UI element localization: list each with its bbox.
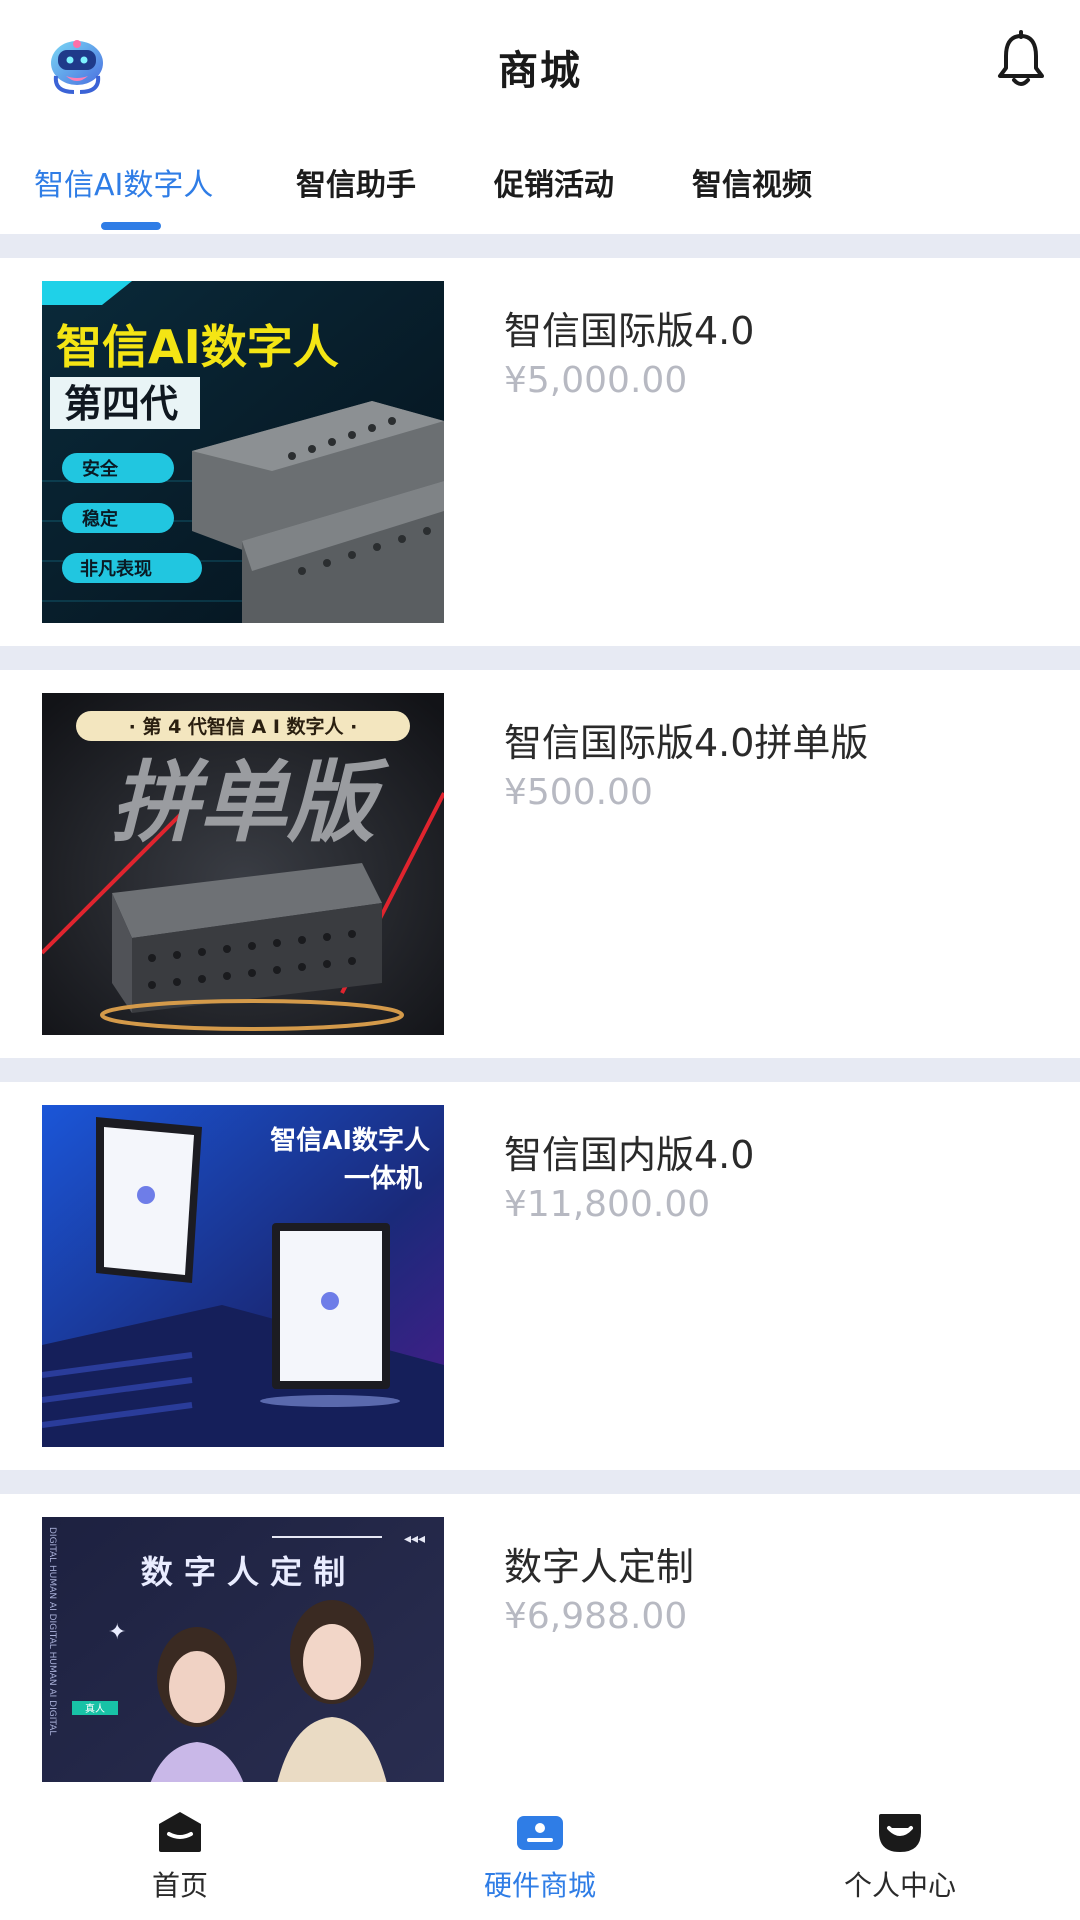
nav-profile[interactable]: 个人中心 (720, 1782, 1080, 1920)
product-card[interactable]: DIGITAL HUMAN AI DIGITAL HUMAN AI DIGITA… (0, 1494, 1080, 1782)
category-tabs: 智信AI数字人 智信助手 促销活动 智信视频 (0, 150, 1080, 232)
bell-icon[interactable] (994, 30, 1048, 90)
product-name[interactable]: 智信国际版4.0 (504, 300, 754, 355)
active-tab-indicator (101, 222, 161, 230)
profile-icon (875, 1810, 925, 1854)
nav-home-label: 首页 (151, 1869, 208, 1902)
product-price: ¥11,800.00 (504, 1184, 711, 1225)
image-tag: 稳定 (82, 508, 118, 530)
home-icon (155, 1810, 205, 1854)
product-name[interactable]: 智信国际版4.0拼单版 (504, 712, 868, 767)
image-headline: 智信AI数字人 (270, 1125, 430, 1156)
app: 商城 智信AI数字人 智信助手 促销活动 智信视频 智信AI数字人 第四代 安全… (0, 0, 1080, 1920)
top-bar: 商城 (0, 0, 1080, 128)
store-icon (515, 1810, 565, 1854)
image-subtitle: 拼单版 (111, 751, 390, 854)
product-price: ¥6,988.00 (504, 1596, 688, 1637)
product-card[interactable]: 智信AI数字人 第四代 安全 稳定 非凡表现 智信国际版4.0 ¥5,000.0… (0, 258, 1080, 646)
image-tag: 安全 (82, 458, 119, 480)
image-headline: 智信AI数字人 (56, 320, 339, 374)
product-price: ¥500.00 (504, 772, 653, 813)
image-headline: 数 字 人 定 制 (141, 1553, 346, 1591)
tab-zhixin-assistant[interactable]: 智信助手 (296, 160, 416, 204)
nav-hardware-store-label: 硬件商城 (483, 1869, 596, 1902)
product-image: · 第 4 代智信 A I 数字人 · 拼单版 (42, 693, 444, 1035)
product-list[interactable]: 智信AI数字人 第四代 安全 稳定 非凡表现 智信国际版4.0 ¥5,000.0… (0, 234, 1080, 1782)
bottom-navigation: 首页 硬件商城 个人中心 (0, 1782, 1080, 1920)
tab-promotions[interactable]: 促销活动 (494, 160, 614, 204)
product-image: 智信AI数字人 一体机 (42, 1105, 444, 1447)
product-price: ¥5,000.00 (504, 360, 688, 401)
image-side-text: DIGITAL HUMAN AI DIGITAL HUMAN AI DIGITA… (47, 1527, 57, 1735)
product-image: DIGITAL HUMAN AI DIGITAL HUMAN AI DIGITA… (42, 1517, 444, 1782)
image-subtitle: 一体机 (344, 1164, 422, 1194)
svg-text:◂◂◂: ◂◂◂ (404, 1531, 425, 1547)
product-image: 智信AI数字人 第四代 安全 稳定 非凡表现 (42, 281, 444, 623)
product-card[interactable]: · 第 4 代智信 A I 数字人 · 拼单版 智信国际版4.0拼单版 ¥500… (0, 670, 1080, 1058)
product-name[interactable]: 数字人定制 (504, 1536, 694, 1591)
tab-zhixin-video[interactable]: 智信视频 (692, 160, 812, 204)
image-subtitle: 第四代 (64, 382, 178, 426)
image-badge: 真人 (85, 1702, 105, 1715)
tab-zhixin-ai-digital-human[interactable]: 智信AI数字人 (34, 160, 213, 204)
image-tag: 非凡表现 (80, 558, 152, 580)
image-headline: · 第 4 代智信 A I 数字人 · (129, 715, 358, 738)
page-title: 商城 (498, 48, 582, 94)
nav-hardware-store[interactable]: 硬件商城 (360, 1782, 720, 1920)
product-card[interactable]: 智信AI数字人 一体机 智信国内版4.0 ¥11,800.00 (0, 1082, 1080, 1470)
nav-profile-label: 个人中心 (843, 1869, 956, 1902)
nav-home[interactable]: 首页 (0, 1782, 360, 1920)
svg-text:✦: ✦ (108, 1620, 126, 1645)
product-name[interactable]: 智信国内版4.0 (504, 1124, 754, 1179)
